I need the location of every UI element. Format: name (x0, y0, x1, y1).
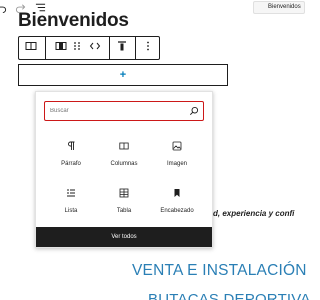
columns-block-button[interactable] (19, 37, 43, 59)
inserter-search (44, 101, 204, 121)
block-toolbar (18, 36, 160, 60)
view-all-button[interactable]: Ver todos (36, 227, 212, 247)
toolbar-divider (109, 37, 110, 59)
more-options-button[interactable] (137, 37, 159, 59)
block-item-label: Tabla (116, 208, 132, 214)
block-item-table[interactable]: Tabla (99, 185, 149, 219)
bookmark-icon (171, 187, 183, 199)
more-options-icon (142, 39, 154, 57)
block-item-list[interactable]: Lista (46, 185, 96, 219)
move-arrows-icon (89, 39, 101, 57)
move-block-button[interactable] (85, 37, 105, 59)
column-block-button[interactable] (52, 37, 70, 59)
image-icon (171, 140, 183, 152)
toolbar-divider (135, 37, 136, 59)
block-item-paragraph[interactable]: Párrafo (46, 138, 96, 172)
page-title[interactable]: Bienvenidos (18, 10, 129, 32)
undo-icon[interactable] (0, 1, 7, 13)
paragraph-icon (65, 140, 77, 152)
toolbar-divider (45, 37, 46, 59)
block-item-label: Encabezado (160, 208, 194, 214)
column-block-icon (55, 39, 67, 57)
vertical-align-button[interactable] (111, 37, 133, 59)
block-item-columns[interactable]: Columnas (99, 138, 149, 172)
add-block-plus: + (119, 68, 127, 81)
search-icon[interactable] (189, 106, 199, 116)
list-icon (65, 187, 77, 199)
search-input[interactable] (45, 102, 185, 120)
columns-block-icon (25, 39, 37, 57)
background-tagline: d, experiencia y confi (213, 209, 295, 218)
page-title-pill[interactable]: Bienvenidos (253, 1, 305, 14)
drag-handle-button[interactable] (70, 37, 84, 59)
block-item-label: Imagen (166, 161, 187, 167)
block-item-heading[interactable]: Encabezado (152, 185, 202, 219)
block-item-image[interactable]: Imagen (152, 138, 202, 172)
columns-icon (118, 140, 130, 152)
block-item-label: Columnas (110, 161, 138, 167)
block-appender-button[interactable]: + (18, 64, 228, 86)
background-subheading: BUTACAS DEPORTIVA (148, 291, 311, 300)
block-item-label: Párrafo (61, 161, 81, 167)
drag-handle-icon (71, 39, 83, 57)
block-item-label: Lista (64, 208, 78, 214)
block-inserter-popover: Párrafo Columnas Imagen Lista Tabla Enca… (35, 91, 213, 248)
table-icon (118, 187, 130, 199)
vertical-align-top-icon (116, 39, 128, 57)
page-title-pill-label: Bienvenidos (268, 4, 301, 10)
background-heading: VENTA E INSTALACIÓN (132, 262, 307, 279)
